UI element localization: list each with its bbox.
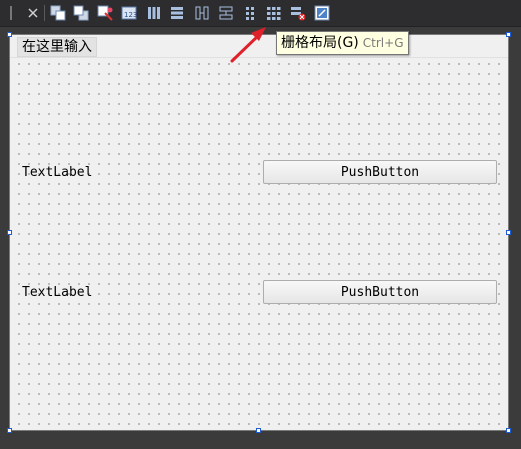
- annotation-arrow: [230, 27, 266, 63]
- tooltip-shortcut: Ctrl+G: [362, 36, 404, 50]
- tooltip-text: 栅格布局(G): [281, 35, 359, 51]
- tooltip-grid-layout: 栅格布局(G) Ctrl+G: [276, 31, 409, 55]
